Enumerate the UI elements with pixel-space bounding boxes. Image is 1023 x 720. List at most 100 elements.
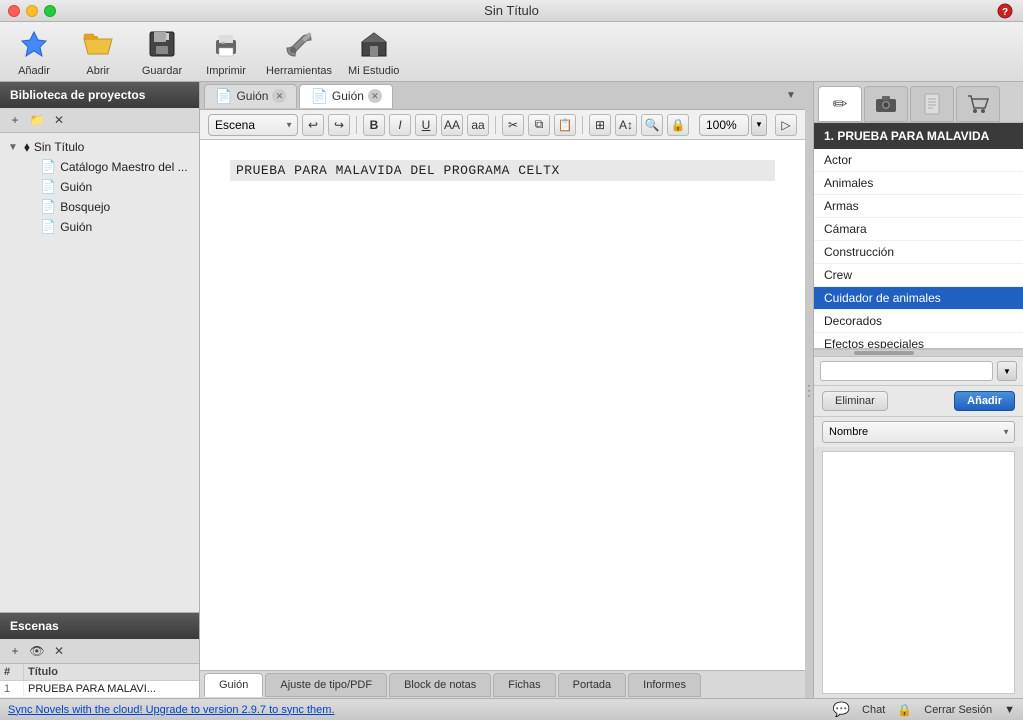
tree-item-3[interactable]: 📄 Guión: [16, 217, 199, 237]
bottom-tab-portada[interactable]: Portada: [558, 673, 627, 697]
cut-btn[interactable]: ✂: [502, 114, 524, 136]
tab-1[interactable]: 📄 Guión ✕: [299, 84, 392, 108]
bottom-tab-informes[interactable]: Informes: [628, 673, 701, 697]
maximize-button[interactable]: [44, 5, 56, 17]
rp-item-1[interactable]: Animales: [814, 172, 1023, 195]
undo-btn[interactable]: ↩: [302, 114, 324, 136]
tabs-menu-btn[interactable]: ▼: [781, 86, 801, 106]
session-arrow[interactable]: ▼: [1004, 704, 1015, 716]
lock-btn[interactable]: 🔒: [667, 114, 689, 136]
rp-item-5[interactable]: Crew: [814, 264, 1023, 287]
rp-item-6[interactable]: Cuidador de animales: [814, 287, 1023, 310]
tree-item-0[interactable]: 📄 Catálogo Maestro del ...: [16, 157, 199, 177]
right-panel-list[interactable]: Actor Animales Armas Cámara Construcción…: [814, 149, 1023, 349]
rp-tab-doc[interactable]: [910, 86, 954, 122]
resize-handle[interactable]: [805, 82, 813, 698]
eliminar-button[interactable]: Eliminar: [822, 391, 888, 411]
sidebar-tree: ▼ ⬧ Sin Título 📄 Catálogo Maestro del ..…: [0, 133, 199, 612]
tree-item-1[interactable]: 📄 Guión: [16, 177, 199, 197]
session-label[interactable]: Cerrar Sesión: [924, 704, 992, 716]
rp-search-input[interactable]: [820, 361, 993, 381]
fmt-sep-2: [495, 116, 496, 134]
sync-link[interactable]: Sync Novels with the cloud! Upgrade to v…: [8, 704, 335, 716]
scenes-add-btn[interactable]: +: [6, 642, 24, 660]
font-large-btn[interactable]: AA: [441, 114, 463, 136]
expand-btn[interactable]: ▷: [775, 114, 797, 136]
rp-item-4[interactable]: Construcción: [814, 241, 1023, 264]
sidebar-delete-btn[interactable]: ✕: [50, 111, 68, 129]
search-btn[interactable]: 🔍: [641, 114, 663, 136]
zoom-arrow-btn[interactable]: ▼: [751, 114, 767, 136]
scene-heading-line: PRUEBA PARA MALAVIDA DEL PROGRAMA CELTX: [230, 160, 775, 181]
tree-root[interactable]: ▼ ⬧ Sin Título: [0, 137, 199, 157]
rp-tab-cart[interactable]: [956, 86, 1000, 122]
copy-btn[interactable]: ⧉: [528, 114, 550, 136]
scenes-header: Escenas: [0, 613, 199, 639]
sidebar-folder-btn[interactable]: 📁: [28, 111, 46, 129]
scene-type-select[interactable]: Escena: [208, 114, 298, 136]
nombre-select[interactable]: Nombre: [822, 421, 1015, 443]
bottom-tab-ajuste[interactable]: Ajuste de tipo/PDF: [265, 673, 387, 697]
zoom-input[interactable]: [699, 114, 749, 136]
right-panel-scrollbar[interactable]: [814, 349, 1023, 357]
studio-button[interactable]: Mi Estudio: [348, 26, 399, 77]
italic-btn[interactable]: I: [389, 114, 411, 136]
lock-icon: 🔒: [897, 703, 912, 717]
rp-item-7[interactable]: Decorados: [814, 310, 1023, 333]
right-panel-title: 1. PRUEBA PARA MALAVIDA: [814, 123, 1023, 149]
traffic-lights: [8, 5, 56, 17]
sidebar-header: Biblioteca de proyectos: [0, 82, 199, 108]
rp-item-2[interactable]: Armas: [814, 195, 1023, 218]
rp-arrow-btn[interactable]: ▼: [997, 361, 1017, 381]
tab-icon-0: 📄: [215, 88, 232, 105]
close-button[interactable]: [8, 5, 20, 17]
rp-item-8[interactable]: Efectos especiales: [814, 333, 1023, 349]
bottom-tab-block[interactable]: Block de notas: [389, 673, 491, 697]
chat-icon: 💬: [833, 701, 850, 718]
main-content: Biblioteca de proyectos + 📁 ✕ ▼ ⬧ Sin Tí…: [0, 82, 1023, 698]
print-button[interactable]: Imprimir: [202, 26, 250, 77]
script-editor[interactable]: PRUEBA PARA MALAVIDA DEL PROGRAMA CELTX: [200, 140, 805, 670]
font-small-btn[interactable]: aa: [467, 114, 489, 136]
bold-btn[interactable]: B: [363, 114, 385, 136]
scrollbar-thumb[interactable]: [854, 351, 914, 355]
tree-item-2[interactable]: 📄 Bosquejo: [16, 197, 199, 217]
tab-0[interactable]: 📄 Guión ✕: [204, 84, 297, 108]
rp-item-0[interactable]: Actor: [814, 149, 1023, 172]
titlebar: Sin Título ?: [0, 0, 1023, 22]
rp-tab-camera[interactable]: [864, 86, 908, 122]
tab-close-1[interactable]: ✕: [368, 89, 382, 103]
scenes-eye-btn[interactable]: 👁: [28, 642, 46, 660]
save-button[interactable]: Guardar: [138, 26, 186, 77]
right-panel: ✏: [813, 82, 1023, 698]
bottom-tab-fichas[interactable]: Fichas: [493, 673, 555, 697]
format-btn-a[interactable]: ⊞: [589, 114, 611, 136]
tabs-bar: 📄 Guión ✕ 📄 Guión ✕ ▼: [200, 82, 805, 110]
zoom-controls: ▼: [699, 114, 767, 136]
main-toolbar: Añadir Abrir Guardar: [0, 22, 1023, 82]
rp-tab-pencil[interactable]: ✏: [818, 86, 862, 122]
redo-btn[interactable]: ↪: [328, 114, 350, 136]
file-icon-1: 📄: [40, 179, 56, 195]
add-button[interactable]: Añadir: [10, 26, 58, 77]
studio-icon: [356, 26, 392, 62]
file-icon-2: 📄: [40, 199, 56, 215]
underline-btn[interactable]: U: [415, 114, 437, 136]
bottom-tab-guion[interactable]: Guión: [204, 673, 263, 697]
format-btn-b[interactable]: A↕: [615, 114, 637, 136]
scene-type-select-wrap: Escena: [208, 114, 298, 136]
right-panel-nombre: Nombre: [814, 417, 1023, 447]
sidebar-add-btn[interactable]: +: [6, 111, 24, 129]
chat-label[interactable]: Chat: [862, 704, 885, 716]
anadir-button[interactable]: Añadir: [954, 391, 1015, 411]
help-icon[interactable]: ?: [997, 3, 1013, 22]
rp-item-3[interactable]: Cámara: [814, 218, 1023, 241]
tools-button[interactable]: Herramientas: [266, 26, 332, 77]
nombre-content-area[interactable]: [822, 451, 1015, 694]
scene-row-0[interactable]: 1 PRUEBA PARA MALAVI...: [0, 681, 199, 698]
tab-close-0[interactable]: ✕: [272, 89, 286, 103]
paste-btn[interactable]: 📋: [554, 114, 576, 136]
scenes-delete-btn[interactable]: ✕: [50, 642, 68, 660]
minimize-button[interactable]: [26, 5, 38, 17]
open-button[interactable]: Abrir: [74, 26, 122, 77]
